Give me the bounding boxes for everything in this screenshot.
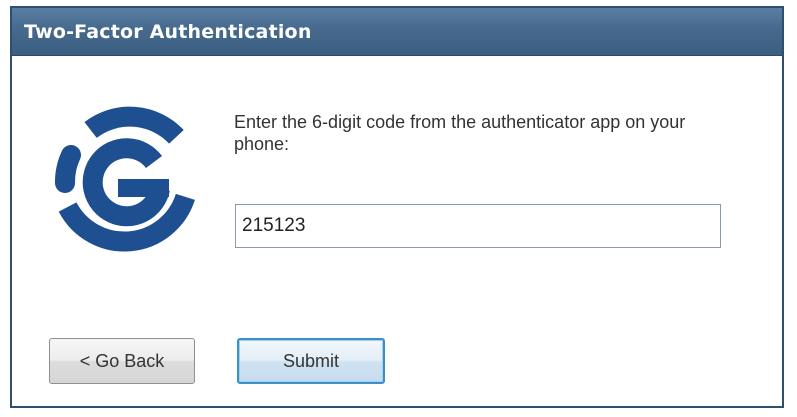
two-factor-dialog: Two-Factor Authentication Enter the 6-di… xyxy=(10,6,784,408)
go-back-button[interactable]: < Go Back xyxy=(49,338,195,384)
verification-code-input[interactable] xyxy=(235,204,721,248)
code-instructions: Enter the 6-digit code from the authenti… xyxy=(234,112,686,154)
title-bar: Two-Factor Authentication xyxy=(12,8,782,56)
authenticator-logo-icon xyxy=(50,105,204,259)
dialog-title: Two-Factor Authentication xyxy=(24,20,312,43)
submit-button[interactable]: Submit xyxy=(237,338,385,384)
